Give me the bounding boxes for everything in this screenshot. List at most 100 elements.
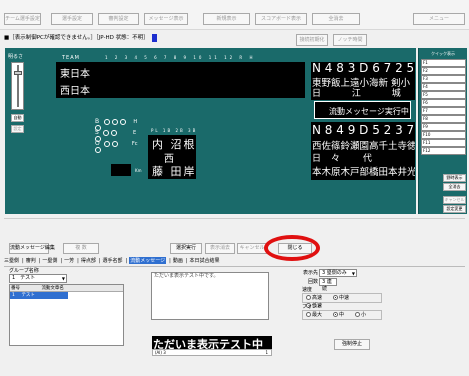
quick-item-f2[interactable]: F2	[421, 67, 466, 75]
team-player-setting-button[interactable]: チーム選手設定	[4, 13, 41, 25]
group-select[interactable]: 1 テスト ▼	[9, 274, 67, 283]
message-preview: ただいま表示テスト中	[152, 336, 272, 349]
tab-bar: 三塁側 | 審判 | 一塁側 | 一芳 | 得点部 | 選手名部 | 流動メッセージ | 動画 | 本日試合結果	[4, 257, 223, 264]
quick-item-label: F2	[423, 68, 428, 73]
preview-text: ただいま表示テスト中	[153, 338, 263, 349]
team1-name: 東日本	[60, 69, 90, 80]
tab-4[interactable]: 得点部	[81, 257, 96, 264]
bottom-lineup-names-1: 西佐篠鈴瀬園高千土寺徳	[312, 141, 415, 152]
chevron-down-icon: ▼	[61, 276, 65, 281]
font-option-2[interactable]: 小	[355, 311, 366, 319]
flow-message-edit-button[interactable]: 流動メッセージ編集	[9, 243, 55, 254]
display-target-select[interactable]: 3 塁側のみ ▼	[319, 269, 357, 277]
tab-2[interactable]: 一塁側	[42, 257, 57, 264]
menu-button[interactable]: メニュー	[413, 13, 465, 25]
panel-cancel-button[interactable]: キャンセル	[237, 243, 267, 254]
font-option-label: 中	[339, 312, 345, 318]
quick-clear-all-button[interactable]: 全消去	[443, 183, 466, 191]
quick-item-label: F7	[423, 108, 428, 113]
tab-separator: |	[169, 258, 171, 264]
speed-option-1[interactable]: 中速	[333, 294, 349, 302]
connection-init-button[interactable]: 接続初期化	[296, 34, 328, 46]
quick-item-f6[interactable]: F6	[421, 99, 466, 107]
message-display-button[interactable]: メッセージ表示	[144, 13, 188, 25]
out-light-2	[112, 140, 119, 147]
radio-icon	[355, 312, 361, 317]
brightness-set-button[interactable]: 設定	[11, 125, 24, 133]
display-clear-button[interactable]: 表示消去	[205, 243, 235, 254]
bottom-lineup-names-2: 日々 代	[312, 154, 382, 164]
tab-0[interactable]: 三塁側	[4, 257, 19, 264]
umpire-setting-button[interactable]: 審判設定	[98, 13, 139, 25]
quick-item-label: F8	[423, 116, 428, 121]
font-radio-group: 最大 中 小	[302, 310, 382, 320]
strike-light-1	[103, 129, 110, 136]
quick-item-f7[interactable]: F7	[421, 107, 466, 115]
table-row[interactable]: 1 テスト	[10, 292, 68, 299]
quick-item-label: F10	[423, 132, 431, 137]
scoreboard-preview: 明るさ 自動 設定 TEAM 1 2 3 4 5 6 7 8 9 10 11 1…	[5, 48, 416, 214]
quick-cancel-button[interactable]: キャンセル	[443, 196, 466, 204]
inning-numbers: 1 2 3 4 5 6 7 8 9 10 11 12 R H	[105, 55, 256, 60]
brightness-label: 明るさ	[8, 54, 24, 60]
tab-7[interactable]: 動画	[173, 257, 183, 264]
tab-5[interactable]: 選手名部	[103, 257, 123, 264]
main-toolbar: チーム選手設定 選手設定 審判設定 メッセージ表示 新規表示 スコアボード表示 …	[0, 0, 469, 30]
quick-item-label: F12	[423, 148, 431, 153]
quick-item-f10[interactable]: F10	[421, 131, 466, 139]
radio-icon	[306, 312, 311, 317]
scoreboard-display-button[interactable]: スコアボード表示	[255, 13, 307, 25]
speed-radio-group: 高速 中速低速	[302, 293, 382, 309]
quick-item-f4[interactable]: F4	[421, 83, 466, 91]
tab-separator: |	[60, 258, 63, 264]
speed-option-label: 中速	[339, 295, 350, 301]
fc-light-label: Fc	[131, 141, 138, 147]
brightness-slider-handle[interactable]	[14, 71, 22, 75]
ball-light-1	[103, 118, 110, 125]
display-target-label: 表示先	[303, 270, 319, 276]
bso-counter: B H S E O Fc	[95, 118, 145, 158]
clear-all-button[interactable]: 全消去	[312, 13, 360, 25]
speed-option-0[interactable]: 高速	[306, 294, 322, 302]
settings-change-button[interactable]: 設定変更	[443, 205, 466, 213]
brightness-slider[interactable]	[11, 62, 24, 110]
quick-item-f8[interactable]: F8	[421, 115, 466, 123]
tab-3[interactable]: 一芳	[64, 257, 74, 264]
quick-item-f3[interactable]: F3	[421, 75, 466, 83]
player-setting-button[interactable]: 選手設定	[51, 13, 93, 25]
message-control-panel: 流動メッセージ編集 複 数 選択実行 表示消去 キャンセル 閉じる 三塁側 | 審判…	[0, 216, 469, 376]
tab-8[interactable]: 本日試合結果	[190, 257, 220, 264]
message-list[interactable]: 番号 流動文章名 1 テスト	[9, 284, 124, 346]
select-run-button[interactable]: 選択実行	[170, 243, 202, 254]
font-option-0[interactable]: 最大	[306, 311, 322, 319]
tab-6[interactable]: 流動メッセージ	[129, 257, 167, 264]
tab-separator: |	[185, 258, 188, 264]
font-option-1[interactable]: 中	[333, 311, 344, 319]
km-label: Km	[135, 168, 142, 173]
new-display-button[interactable]: 新規表示	[203, 13, 250, 25]
notch-time-button[interactable]: ノッチ時間	[333, 34, 367, 46]
count-select[interactable]: 3 連続	[319, 278, 337, 292]
copy-button[interactable]: 複 数	[63, 243, 99, 254]
quick-item-f1[interactable]: F1	[421, 59, 466, 67]
strike-light-2	[111, 129, 118, 136]
error-light-label: E	[133, 130, 137, 136]
status-indicator	[152, 33, 158, 42]
quick-item-f11[interactable]: F11	[421, 139, 466, 147]
quick-item-label: F5	[423, 92, 428, 97]
message-textarea[interactable]: ただいま表示テスト中です。	[151, 272, 269, 320]
quick-item-f12[interactable]: F12	[421, 147, 466, 155]
tab-1[interactable]: 審判	[26, 257, 36, 264]
out-light-1	[104, 140, 111, 147]
ball-count-display-button[interactable]: 野時表示	[443, 174, 466, 182]
force-stop-button[interactable]: 強制停止	[334, 339, 370, 350]
bottom-lineup-names-3: 本木原木戸部橋田本井光	[312, 167, 415, 178]
tab-separator: |	[125, 258, 128, 264]
brightness-auto-button[interactable]: 自動	[11, 114, 24, 122]
radio-icon	[333, 295, 339, 300]
quick-item-f9[interactable]: F9	[421, 123, 466, 131]
status-text: ■［表示制御PCが確認できません。］［JP-HD 状態：不明］	[4, 35, 149, 41]
quick-item-label: F3	[423, 76, 428, 81]
quick-item-f5[interactable]: F5	[421, 91, 466, 99]
count-label: 回数	[308, 279, 319, 285]
